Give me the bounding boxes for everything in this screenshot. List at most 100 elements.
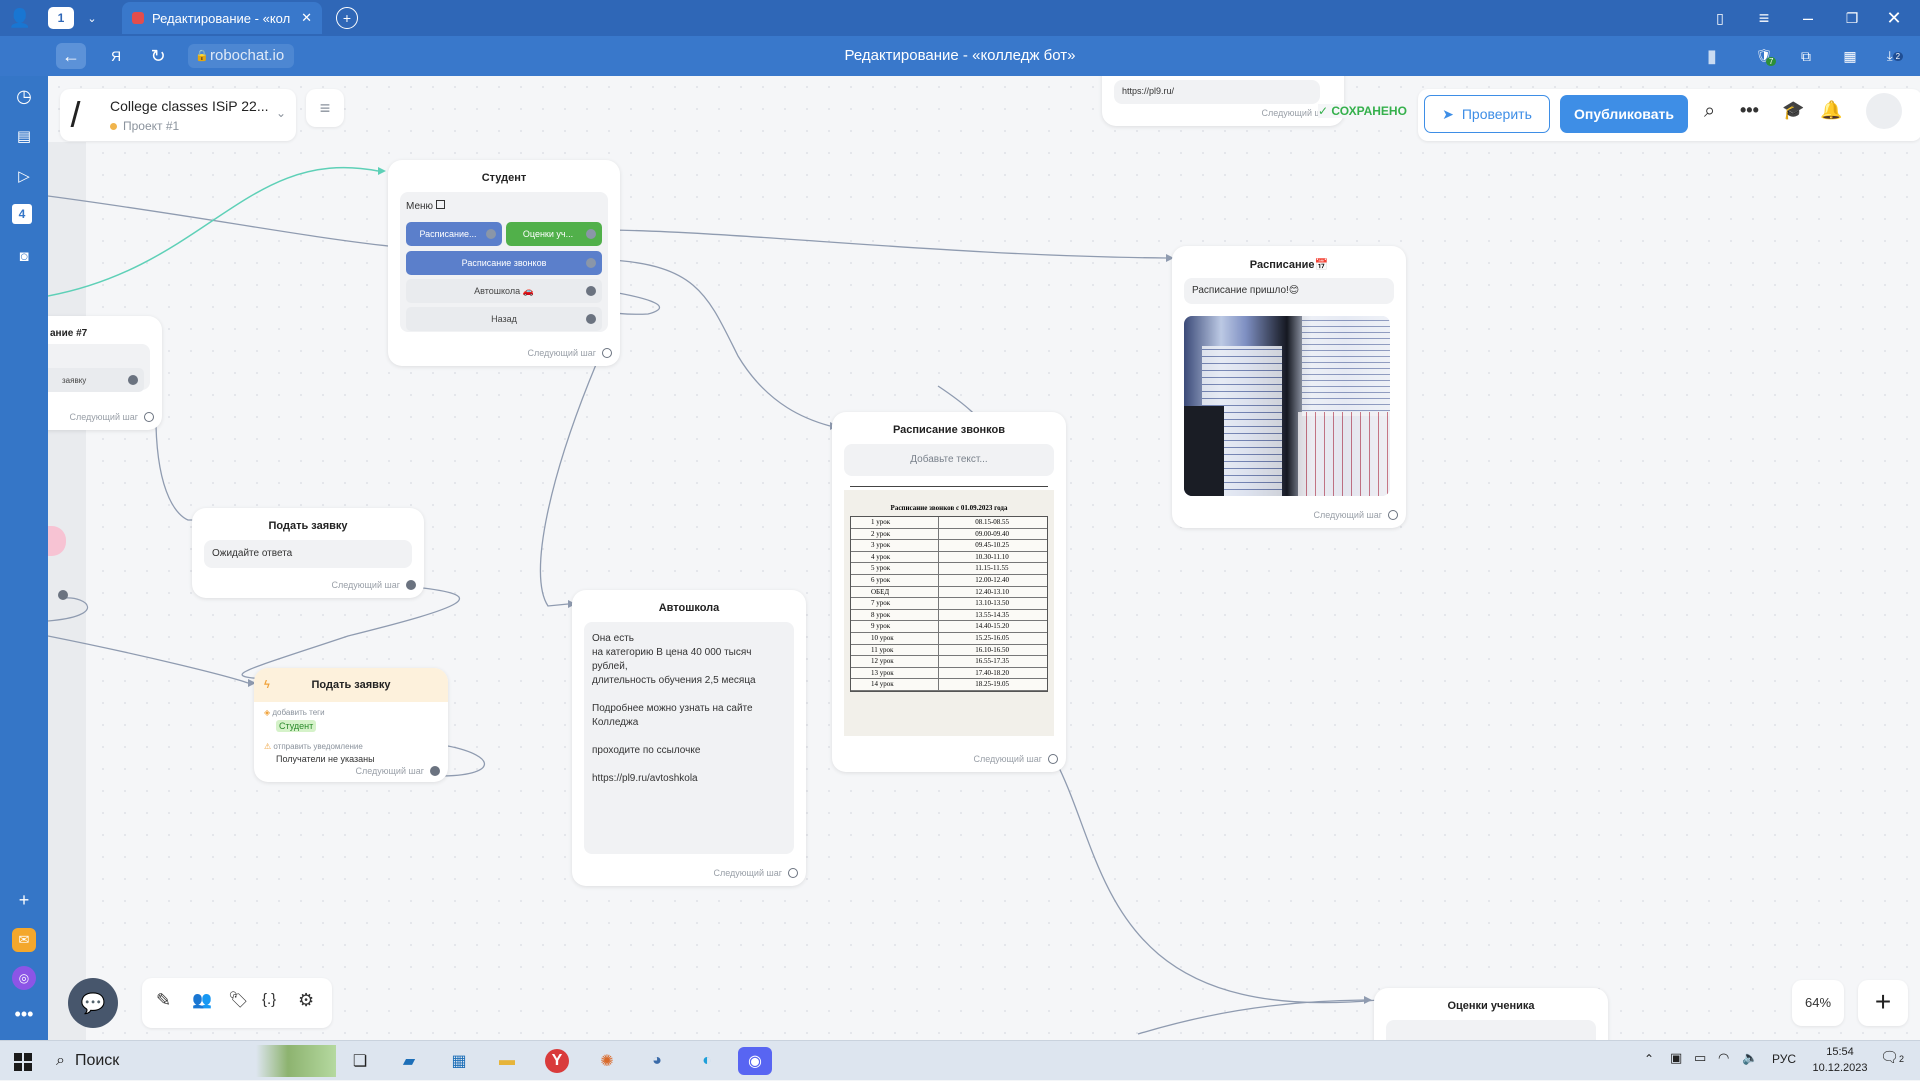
text-placeholder[interactable]: Добавьте текст... <box>844 444 1054 476</box>
connector-knob[interactable] <box>586 258 596 268</box>
network-icon[interactable]: ◠ <box>1718 1050 1729 1066</box>
flow-canvas[interactable]: College classes ISiP 22... Проект #1 ⌄ ≡… <box>48 76 1920 1040</box>
yandex-browser-icon[interactable]: Y <box>545 1049 569 1073</box>
button-apply[interactable]: заявку <box>48 368 144 392</box>
node-apply-2[interactable]: ϟ Подать заявку ◈ добавить теги Студент ⚠… <box>254 668 448 782</box>
chevron-down-icon: ⌄ <box>275 106 286 120</box>
language-indicator[interactable]: РУС <box>1772 1052 1796 1066</box>
button-back[interactable]: Назад <box>406 307 602 331</box>
publish-button[interactable]: Опубликовать <box>1560 95 1688 133</box>
connector-knob[interactable] <box>486 229 496 239</box>
volume-icon[interactable]: 🔈 <box>1742 1050 1758 1066</box>
app-pc-icon[interactable]: ▰ <box>392 1047 426 1075</box>
button-autoschool[interactable]: Автошкола 🚗 <box>406 279 602 303</box>
camera-icon[interactable]: ◙ <box>12 244 36 268</box>
add-icon[interactable]: + <box>12 888 36 912</box>
minimize-icon[interactable]: – <box>1796 6 1820 30</box>
zoom-level[interactable]: 64% <box>1792 980 1844 1026</box>
tray-app-icon[interactable]: ▣ <box>1670 1050 1682 1066</box>
extension-icon[interactable]: 🛡 7 <box>1752 44 1780 68</box>
url-field[interactable]: 🔒 robochat.io <box>188 44 295 68</box>
connector-knob[interactable] <box>586 229 596 239</box>
chevron-down-icon[interactable]: ⌄ <box>82 7 102 29</box>
mail-icon[interactable]: ✉ <box>12 928 36 952</box>
next-step-connector[interactable] <box>430 766 440 776</box>
app-settings-icon[interactable]: ✺ <box>590 1047 624 1075</box>
variables-icon[interactable]: {.} <box>262 991 276 1008</box>
edge-icon[interactable]: ◐ <box>690 1047 724 1075</box>
back-icon[interactable]: ← <box>56 43 86 69</box>
calendar-icon[interactable]: ▦ <box>1838 44 1862 68</box>
browser-tab-bar: 👤 1 ⌄ Редактирование - «кол ✕ + ▯ ≡ – ❐ … <box>0 0 1920 36</box>
node-bells[interactable]: Расписание звонков Добавьте текст... Рас… <box>832 412 1066 772</box>
more-options-icon[interactable]: ••• <box>1740 100 1759 121</box>
node-grades[interactable]: Оценки ученика <box>1374 988 1608 1040</box>
new-tab-button[interactable]: + <box>336 7 358 29</box>
node-autoschool[interactable]: Автошкола Она есть на категорию В цена 4… <box>572 590 806 886</box>
node-partial-left[interactable]: ание #7 заявку Следующий шаг <box>48 316 162 430</box>
button-grades[interactable]: Оценки уч... <box>506 222 602 246</box>
app-store-icon[interactable]: ▦ <box>442 1047 476 1075</box>
history-icon[interactable]: ◷ <box>12 84 36 108</box>
collections-icon[interactable]: ⧉ <box>1794 44 1818 68</box>
button-schedule[interactable]: Расписание... <box>406 222 502 246</box>
link-text[interactable]: https://pl9.ru/avtoshkola <box>592 772 786 786</box>
next-step-connector[interactable] <box>406 580 416 590</box>
reload-icon[interactable]: ↻ <box>146 44 170 68</box>
restore-icon[interactable]: ❐ <box>1840 6 1864 30</box>
tab-active[interactable]: Редактирование - «кол ✕ <box>122 2 322 34</box>
node-student[interactable]: Студент Меню Расписание... Оценки уч... … <box>388 160 620 366</box>
next-step-connector[interactable] <box>1048 754 1058 764</box>
chat-button[interactable]: 💬 <box>68 978 118 1028</box>
video-icon[interactable]: ▷ <box>12 164 36 188</box>
tray-monitor-icon[interactable]: ▭ <box>1694 1050 1706 1066</box>
yandex-icon[interactable]: Я <box>104 44 128 68</box>
next-step-connector[interactable] <box>788 868 798 878</box>
menu-icon[interactable]: ≡ <box>1752 6 1776 30</box>
close-window-icon[interactable]: ✕ <box>1882 6 1906 30</box>
avatar[interactable] <box>1866 93 1902 129</box>
tray-chevron-icon[interactable]: ⌃ <box>1644 1052 1654 1066</box>
node-apply-1[interactable]: Подать заявку Ожидайте ответа Следующий … <box>192 508 424 598</box>
next-step-connector[interactable] <box>602 348 612 358</box>
connector-knob[interactable] <box>58 590 68 600</box>
app-game-icon[interactable]: ◕ <box>640 1047 674 1075</box>
alice-icon[interactable]: ◎ <box>12 966 36 990</box>
notification-center-icon[interactable]: 🗨2 <box>1880 1048 1904 1066</box>
tab-counter[interactable]: 1 <box>48 7 74 29</box>
explorer-icon[interactable]: ▬ <box>490 1047 524 1075</box>
project-selector[interactable]: College classes ISiP 22... Проект #1 ⌄ <box>60 89 296 141</box>
tab-4-icon[interactable]: 4 <box>12 204 32 224</box>
discord-icon[interactable]: ◉ <box>738 1047 772 1075</box>
connector-knob[interactable] <box>586 314 596 324</box>
hamburger-button[interactable]: ≡ <box>306 89 344 127</box>
button-bells[interactable]: Расписание звонков <box>406 251 602 275</box>
task-view-icon[interactable]: ❏ <box>343 1047 377 1075</box>
next-step-connector[interactable] <box>144 412 154 422</box>
close-icon[interactable]: ✕ <box>301 10 312 26</box>
feed-icon[interactable]: ▤ <box>12 124 36 148</box>
next-step-connector[interactable] <box>1388 510 1398 520</box>
time-cell: 15.25-16.05 <box>975 633 1010 642</box>
clock[interactable]: 15:54 10.12.2023 <box>1808 1044 1872 1076</box>
pencil-icon[interactable]: ✎ <box>156 990 171 1011</box>
more-icon[interactable]: ••• <box>12 1004 36 1024</box>
gear-icon[interactable]: ⚙ <box>298 990 314 1011</box>
bell-icon[interactable]: 🔔 <box>1820 100 1842 121</box>
connector-knob[interactable] <box>128 375 138 385</box>
node-partial-top[interactable]: https://pl9.ru/ Следующий шаг <box>1102 76 1344 126</box>
downloads-icon[interactable]: ⤓ 2 <box>1880 44 1910 68</box>
message-bubble <box>1386 1020 1596 1040</box>
windows-start-icon[interactable] <box>14 1053 32 1071</box>
node-schedule[interactable]: Расписание📅 Расписание пришло!😊 Следующи… <box>1172 246 1406 528</box>
check-button[interactable]: ➤ Проверить <box>1424 95 1550 133</box>
academy-icon[interactable]: 🎓 <box>1782 100 1804 121</box>
bookmarks-icon[interactable]: ▯ <box>1708 6 1732 30</box>
connector-knob[interactable] <box>586 286 596 296</box>
add-node-button[interactable]: + <box>1858 980 1908 1026</box>
search-icon[interactable]: ⌕ <box>1704 100 1715 123</box>
tag-icon[interactable]: 🏷 <box>228 990 248 1010</box>
users-icon[interactable]: 👥 <box>192 990 212 1010</box>
profile-icon[interactable]: 👤 <box>8 6 32 30</box>
bookmark-icon[interactable]: ▮ <box>1700 44 1724 68</box>
